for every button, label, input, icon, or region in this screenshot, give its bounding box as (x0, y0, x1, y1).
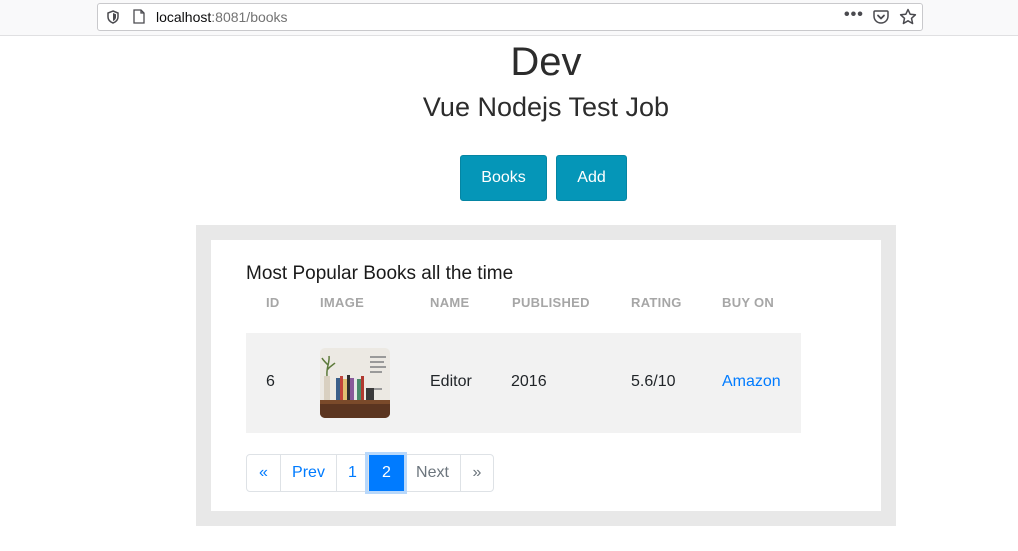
page-icon (133, 9, 145, 24)
table-title: Most Popular Books all the time (246, 263, 514, 284)
book-cover-image (320, 348, 390, 418)
page-actions-menu-icon[interactable]: ••• (844, 6, 864, 24)
site-subtitle: Vue Nodejs Test Job (422, 92, 670, 122)
column-header-id: ID (266, 295, 280, 310)
table-row: 6 Editor 2016 5.6/10 Amazon (246, 333, 801, 433)
url-path: :8081/books (211, 9, 288, 25)
next-page-button[interactable]: Next (404, 455, 460, 491)
site-title: Dev (510, 40, 582, 84)
column-header-name: NAME (430, 295, 470, 310)
column-header-image: IMAGE (320, 295, 365, 310)
pocket-icon[interactable] (873, 9, 889, 25)
book-published: 2016 (511, 373, 547, 390)
url-bar[interactable]: localhost:8081/books ••• (97, 3, 923, 31)
books-panel: Most Popular Books all the time ID IMAGE… (196, 225, 896, 526)
browser-toolbar: localhost:8081/books ••• (0, 0, 1018, 36)
books-button[interactable]: Books (460, 155, 547, 201)
star-icon[interactable] (899, 8, 917, 26)
add-button[interactable]: Add (556, 155, 627, 201)
last-page-button[interactable]: » (460, 455, 493, 491)
books-card: Most Popular Books all the time ID IMAGE… (211, 240, 881, 511)
amazon-link[interactable]: Amazon (722, 373, 781, 391)
shield-icon[interactable] (107, 10, 119, 24)
page-2-button[interactable]: 2 (368, 455, 404, 491)
prev-page-button[interactable]: Prev (280, 455, 336, 491)
page-1-button[interactable]: 1 (336, 455, 368, 491)
column-header-rating: RATING (631, 295, 682, 310)
column-header-published: PUBLISHED (512, 295, 590, 310)
book-rating: 5.6/10 (631, 373, 676, 390)
column-header-buy-on: BUY ON (722, 295, 775, 310)
first-page-button[interactable]: « (247, 455, 280, 491)
book-id: 6 (266, 373, 275, 390)
url-host: localhost (156, 9, 212, 25)
book-name: Editor (430, 373, 472, 390)
url-text[interactable]: localhost:8081/books (156, 9, 288, 25)
pagination: « Prev 1 2 Next » (246, 454, 494, 492)
